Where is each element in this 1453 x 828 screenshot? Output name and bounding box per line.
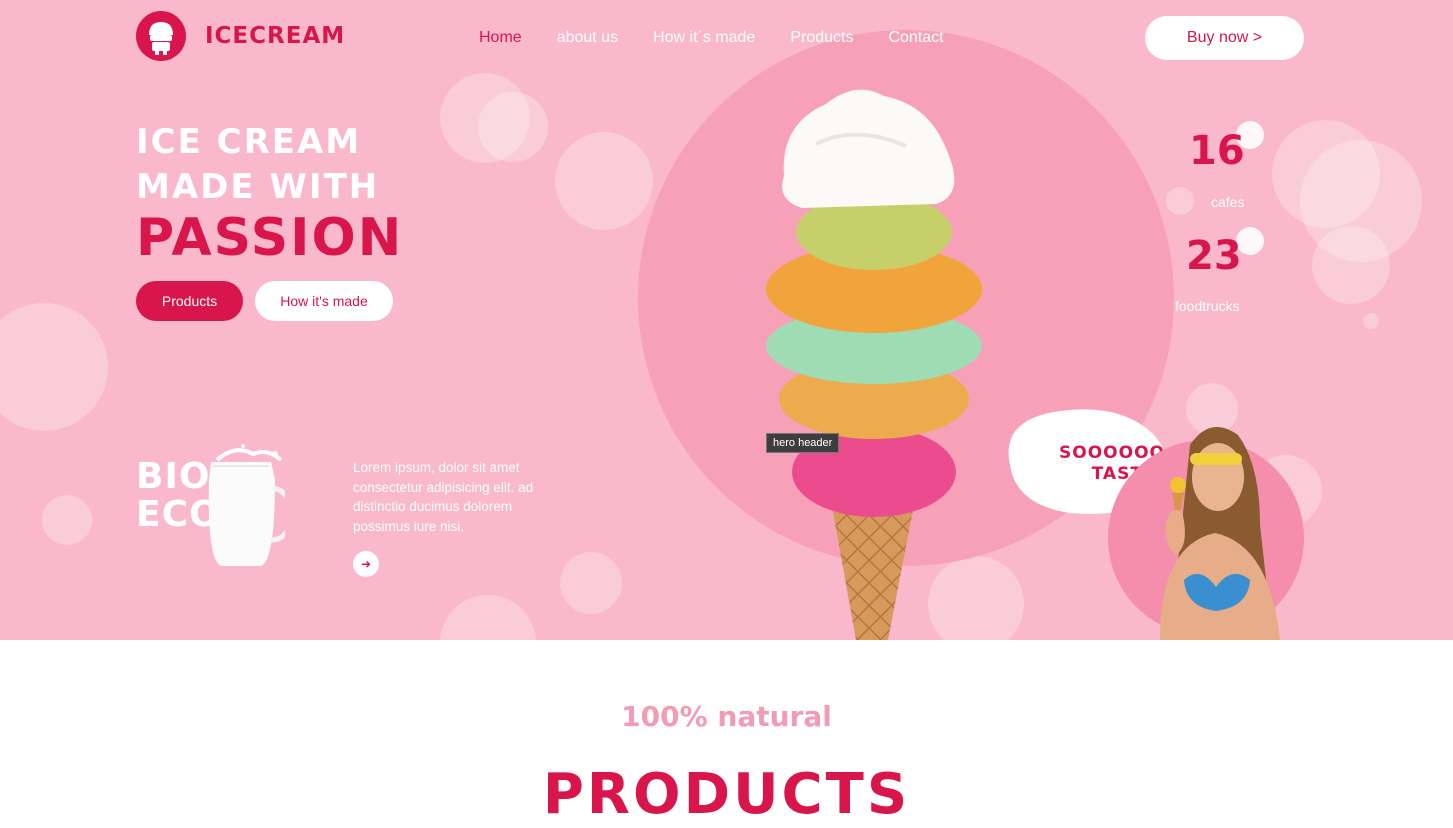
products-button[interactable]: Products <box>136 281 243 321</box>
decor-bubble <box>440 595 536 640</box>
decor-bubble <box>555 132 653 230</box>
nav-item-home[interactable]: Home <box>479 29 522 47</box>
decor-bubble <box>0 303 108 431</box>
nav-item-products[interactable]: Products <box>790 29 853 47</box>
milk-jug-image <box>208 444 285 566</box>
ice-cream-logo-icon <box>136 11 186 61</box>
products-eyebrow: 100% natural <box>621 700 832 733</box>
decor-bubble <box>478 92 548 162</box>
girl-eating-ice-cream-image <box>1160 427 1280 640</box>
nav-item-how-its-made[interactable]: How it´s made <box>653 29 755 47</box>
brand-logo[interactable]: ICECREAM <box>136 11 345 61</box>
headline-line-1: ICE CREAM <box>136 122 362 162</box>
nav-item-contact[interactable]: Contact <box>888 29 943 47</box>
decor-bubble <box>560 552 622 614</box>
section-tag: hero header <box>766 433 840 453</box>
decor-bubble <box>1363 313 1379 329</box>
products-title: PRODUCTS <box>542 762 911 827</box>
headline-line-3: PASSION <box>136 208 404 268</box>
brand-name: ICECREAM <box>205 23 346 49</box>
stat-cafes-label: cafes <box>1211 194 1245 210</box>
how-its-made-button[interactable]: How it's made <box>255 281 393 321</box>
decor-bubble <box>1300 140 1422 262</box>
headline-line-2: MADE WITH <box>136 167 380 207</box>
arrow-right-icon[interactable]: ➜ <box>353 551 379 577</box>
buy-now-button[interactable]: Buy now > <box>1145 16 1304 60</box>
stat-foodtrucks-value: 23 <box>1186 233 1242 279</box>
main-nav: Home about us How it´s made Products Con… <box>479 29 979 47</box>
stat-cafes-value: 16 <box>1189 128 1245 174</box>
nav-item-about-us[interactable]: about us <box>557 29 618 47</box>
decor-bubble <box>42 495 92 545</box>
hero-section: ICECREAM Home about us How it´s made Pro… <box>0 0 1453 640</box>
stat-foodtrucks-label: foodtrucks <box>1175 298 1240 314</box>
ice-cream-cone-image <box>766 89 982 640</box>
hero-headline: ICE CREAM MADE WITH PASSION <box>136 120 403 266</box>
decor-bubble <box>1166 187 1194 215</box>
hero-description: Lorem ipsum, dolor sit amet consectetur … <box>353 460 534 534</box>
